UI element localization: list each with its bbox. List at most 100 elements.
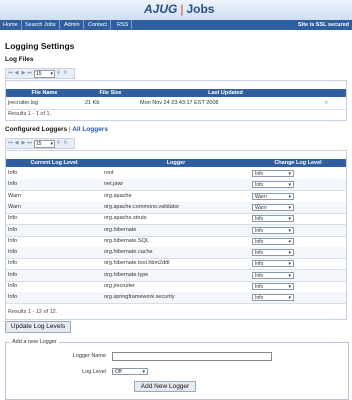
site-logo[interactable]: AJUG | Jobs — [144, 2, 214, 16]
search-icon[interactable]: ⚲ — [56, 70, 61, 76]
log-files-table: File Name File Size Last Updated jrecrui… — [5, 80, 347, 121]
logo-text-ajug: AJUG — [144, 2, 178, 16]
add-logger-form: Add a new Logger Logger Name Log Level O… — [5, 339, 349, 400]
search-icon[interactable]: ⚲ — [56, 140, 61, 146]
change-level-select[interactable]: Info — [252, 170, 294, 178]
page-size-select[interactable]: 15 — [34, 140, 55, 148]
last-page-icon[interactable]: ⏭ — [27, 140, 32, 146]
col-logger[interactable]: Logger — [102, 159, 250, 167]
change-level-select[interactable]: Info — [252, 226, 294, 235]
table-row[interactable]: Warn org.apache.commons.validator Warn — [6, 201, 346, 214]
page-size-select[interactable]: 15 — [34, 70, 55, 78]
nav-home[interactable]: Home — [0, 20, 22, 30]
file-size: 21 Kb — [85, 100, 100, 106]
col-current-level[interactable]: Current Log Level — [6, 159, 102, 167]
change-level-select[interactable]: Warn — [252, 192, 294, 201]
first-page-icon[interactable]: ⏮ — [8, 140, 13, 146]
logger-name: org.hibernate.type — [104, 271, 149, 278]
all-loggers-link[interactable]: All Loggers — [72, 126, 108, 133]
logger-name: org.hibernate.SQL — [104, 237, 149, 244]
heading-separator: | — [68, 126, 71, 133]
loggers-header: Current Log Level Logger Change Log Leve… — [6, 159, 346, 167]
add-logger-legend: Add a new Logger — [10, 339, 59, 345]
top-nav: Home Search Jobs Admin Contact RSS Site … — [0, 20, 352, 30]
update-log-levels-button[interactable]: Update Log Levels — [5, 321, 71, 333]
logger-name: org.jrecruiter — [104, 283, 135, 289]
table-row[interactable]: Info org.hibernate Info — [6, 224, 346, 237]
logger-name: org.hibernate — [104, 226, 137, 233]
current-level: Info — [8, 294, 18, 301]
logger-name: org.apache.commons.validator — [104, 203, 180, 210]
nav-admin[interactable]: Admin — [61, 20, 84, 30]
file-updated: Mon Nov 24 23:43:17 EST 2008 — [140, 100, 219, 106]
col-file-name[interactable]: File Name — [6, 89, 83, 97]
change-level-select[interactable]: Info — [252, 271, 294, 280]
logger-name: org.apache.struts — [104, 215, 147, 222]
table-row[interactable]: Info org.hibernate.SQL Info — [6, 236, 346, 248]
table-row[interactable]: Warn org.apache Warn — [6, 191, 346, 203]
logger-name: org.hibernate.cache — [104, 249, 153, 256]
logger-name: net.jawr — [104, 181, 124, 188]
table-row[interactable]: Info org.springframework.security Info — [6, 292, 346, 305]
view-icon[interactable]: ⌕ — [325, 98, 328, 109]
table-row[interactable]: Info root Info — [6, 168, 346, 180]
table-row[interactable]: Info org.hibernate.cache Info — [6, 247, 346, 260]
refresh-icon[interactable]: ↻ — [63, 140, 68, 146]
next-page-icon[interactable]: ▶ — [21, 70, 26, 76]
log-level-label: Log Level — [82, 369, 106, 375]
refresh-icon[interactable]: ↻ — [63, 70, 68, 76]
logger-name: root — [104, 170, 114, 176]
configured-loggers-label: Configured Loggers — [5, 126, 68, 133]
log-level-select[interactable]: Off — [112, 368, 148, 376]
configured-loggers-heading: Configured Loggers | All Loggers — [5, 126, 108, 133]
current-level: Warn — [8, 203, 21, 210]
logo-separator: | — [180, 2, 184, 16]
current-level: Info — [8, 237, 18, 244]
change-level-select[interactable]: Info — [252, 181, 294, 189]
change-level-select[interactable]: Info — [252, 237, 294, 246]
nav-contact[interactable]: Contact — [85, 20, 111, 30]
nav-rss[interactable]: RSS — [114, 20, 133, 30]
last-page-icon[interactable]: ⏭ — [27, 70, 32, 76]
current-level: Info — [8, 260, 18, 267]
logger-name: org.apache — [104, 192, 132, 199]
prev-page-icon[interactable]: ◀ — [14, 70, 19, 76]
current-level: Warn — [8, 192, 21, 199]
prev-page-icon[interactable]: ◀ — [14, 140, 19, 146]
current-level: Info — [8, 271, 18, 278]
table-row[interactable]: Info net.jawr Info — [6, 179, 346, 192]
table-row[interactable]: Info org.hibernate.type Info — [6, 269, 346, 282]
logger-name-input[interactable] — [112, 352, 272, 361]
nav-search-jobs[interactable]: Search Jobs — [22, 20, 60, 30]
table-row[interactable]: Info org.apache.struts Info — [6, 213, 346, 226]
logo-text-jobs: Jobs — [186, 2, 215, 16]
loggers-results: Results 1 - 12 of 12. — [8, 309, 58, 315]
table-row[interactable]: jrecruiter.log 21 Kb Mon Nov 24 23:43:17… — [6, 98, 346, 110]
current-level: Info — [8, 181, 18, 188]
logger-name-label: Logger Name — [72, 353, 106, 359]
first-page-icon[interactable]: ⏮ — [8, 70, 13, 76]
page-title: Logging Settings — [5, 41, 75, 51]
table-row[interactable]: Info org.jrecruiter Info — [6, 281, 346, 293]
logger-name: org.springframework.security — [104, 294, 175, 301]
col-last-updated[interactable]: Last Updated — [138, 89, 313, 97]
current-level: Info — [8, 249, 18, 256]
logger-name: org.hibernate.tool.hbm2ddl — [104, 260, 170, 267]
log-files-header: File Name File Size Last Updated — [6, 89, 346, 97]
add-new-logger-button[interactable]: Add New Logger — [134, 381, 196, 392]
loggers-table: Current Log Level Logger Change Log Leve… — [5, 150, 347, 320]
change-level-select[interactable]: Info — [252, 294, 294, 302]
change-level-select[interactable]: Info — [252, 215, 294, 223]
change-level-select[interactable]: Info — [252, 260, 294, 268]
col-change-level[interactable]: Change Log Level — [250, 159, 346, 167]
file-name: jrecruiter.log — [8, 100, 38, 106]
col-file-size[interactable]: File Size — [83, 89, 138, 97]
log-files-pager: ⏮ ◀ ▶ ⏭ 15 ⚲ ↻ — [5, 68, 75, 79]
table-row[interactable]: Info org.hibernate.tool.hbm2ddl Info — [6, 258, 346, 271]
next-page-icon[interactable]: ▶ — [21, 140, 26, 146]
change-level-select[interactable]: Warn — [252, 203, 294, 212]
loggers-pager: ⏮ ◀ ▶ ⏭ 15 ⚲ ↻ — [5, 138, 75, 149]
change-level-select[interactable]: Info — [252, 249, 294, 257]
current-level: Info — [8, 226, 18, 233]
change-level-select[interactable]: Info — [252, 283, 294, 291]
